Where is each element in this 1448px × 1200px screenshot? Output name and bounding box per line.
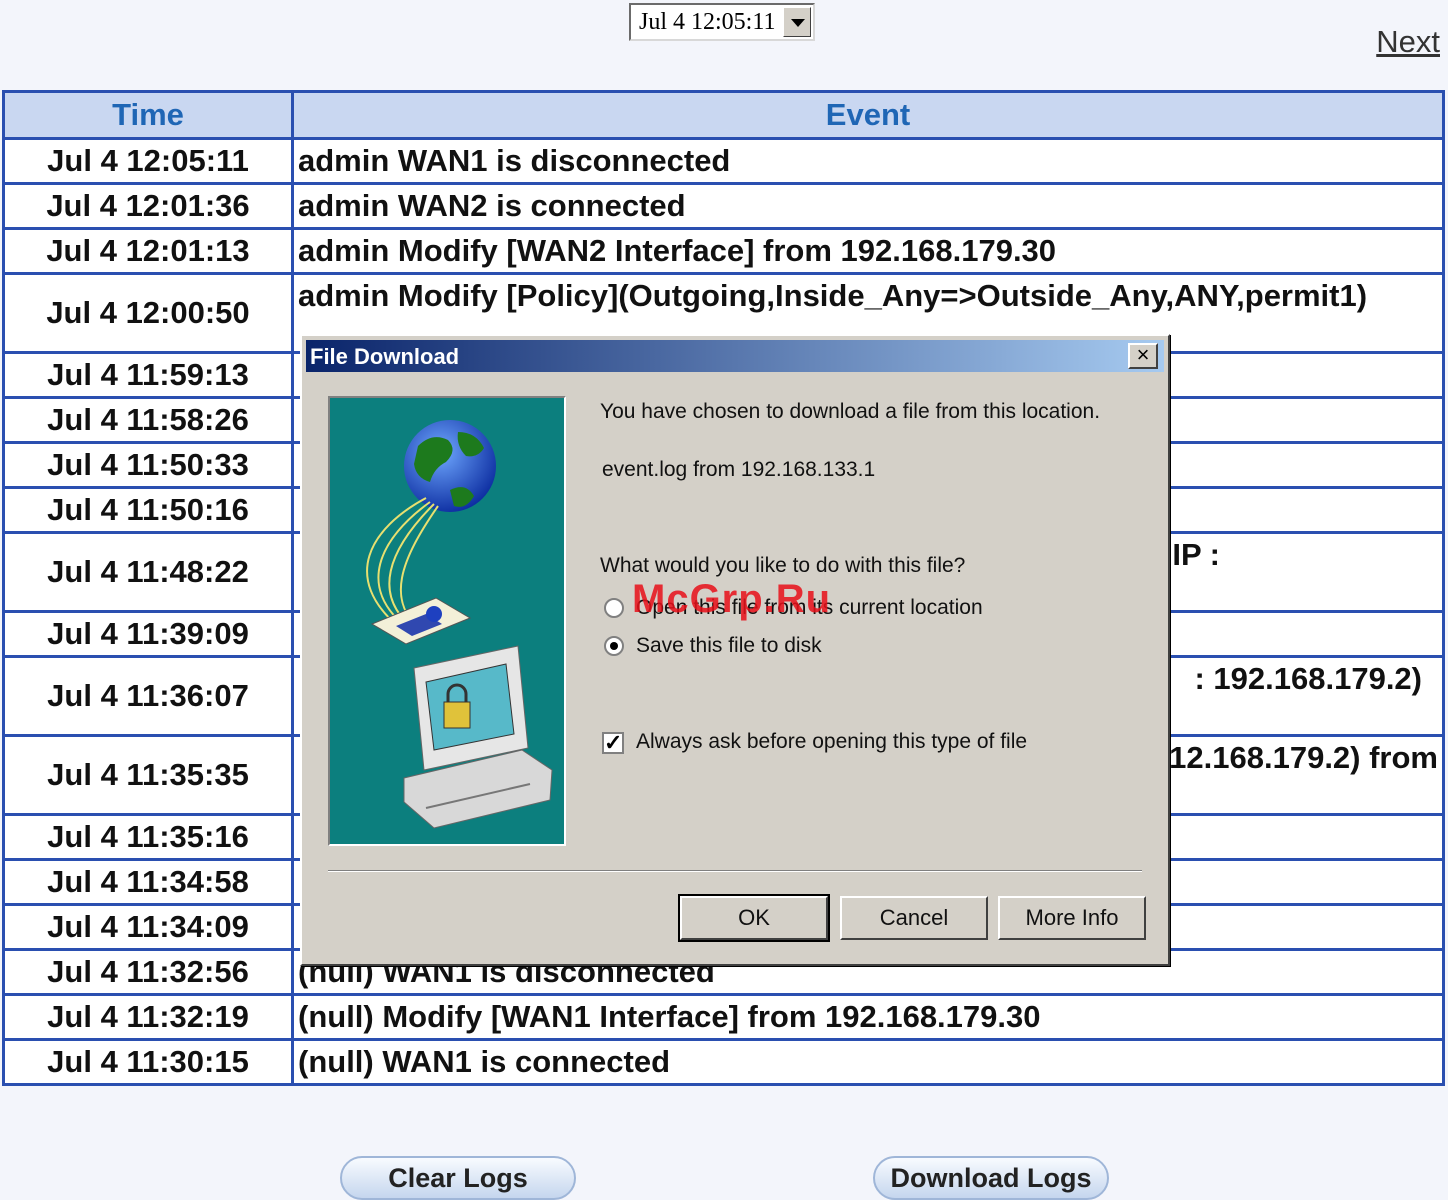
clear-logs-button[interactable]: Clear Logs [340, 1156, 576, 1200]
close-icon[interactable]: × [1128, 343, 1158, 369]
time-cell: Jul 4 11:59:13 [2, 351, 294, 399]
watermark: McGrp.Ru [632, 577, 832, 621]
event-cell: admin Modify [WAN2 Interface] from 192.1… [291, 227, 1445, 275]
table-row: Jul 4 12:01:13 admin Modify [WAN2 Interfa… [2, 227, 1445, 275]
save-file-option-label[interactable]: Save this file to disk [636, 634, 822, 658]
file-download-dialog: File Download × You have chosen to downl… [300, 334, 1170, 966]
table-row: Jul 4 11:32:19 (null) Modify [WAN1 Interf… [2, 993, 1445, 1041]
more-info-button[interactable]: More Info [998, 896, 1146, 940]
dialog-separator [328, 870, 1142, 872]
table-header-row: Time Event [2, 90, 1445, 140]
time-cell: Jul 4 12:00:50 [2, 272, 294, 354]
next-link[interactable]: Next [1376, 24, 1440, 60]
download-logs-button[interactable]: Download Logs [873, 1156, 1109, 1200]
time-cell: Jul 4 11:34:58 [2, 858, 294, 906]
chevron-down-icon[interactable] [783, 7, 811, 37]
event-cell: (null) Modify [WAN1 Interface] from 192.… [291, 993, 1445, 1041]
time-cell: Jul 4 12:01:13 [2, 227, 294, 275]
globe-computer-icon [366, 420, 553, 829]
time-cell: Jul 4 11:50:33 [2, 441, 294, 489]
time-cell: Jul 4 11:39:09 [2, 610, 294, 658]
time-column-header: Time [2, 90, 294, 140]
download-illustration [328, 396, 566, 846]
time-cell: Jul 4 11:48:22 [2, 531, 294, 613]
file-source-text: event.log from 192.168.133.1 [602, 458, 876, 481]
event-cell: (null) WAN1 is connected [291, 1038, 1445, 1086]
always-ask-checkbox[interactable]: ✓ [602, 732, 624, 754]
time-cell: Jul 4 11:35:16 [2, 813, 294, 861]
event-column-header: Event [291, 90, 1445, 140]
date-select[interactable]: Jul 4 12:05:11 [629, 3, 815, 41]
dialog-intro-text: You have chosen to download a file from … [600, 400, 1101, 423]
ok-button[interactable]: OK [678, 894, 830, 942]
save-file-radio[interactable] [604, 636, 624, 656]
event-cell: admin WAN2 is connected [291, 182, 1445, 230]
event-cell: admin WAN1 is disconnected [291, 137, 1445, 185]
time-cell: Jul 4 11:36:07 [2, 655, 294, 737]
time-cell: Jul 4 12:01:36 [2, 182, 294, 230]
time-cell: Jul 4 11:34:09 [2, 903, 294, 951]
date-select-value: Jul 4 12:05:11 [639, 9, 776, 35]
table-row: Jul 4 12:01:36 admin WAN2 is connected [2, 182, 1445, 230]
dialog-title: File Download [310, 344, 460, 369]
time-cell: Jul 4 11:35:35 [2, 734, 294, 816]
table-row: Jul 4 12:05:11 admin WAN1 is disconnected [2, 137, 1445, 185]
always-ask-label[interactable]: Always ask before opening this type of f… [636, 730, 1027, 754]
time-cell: Jul 4 11:32:56 [2, 948, 294, 996]
time-cell: Jul 4 11:32:19 [2, 993, 294, 1041]
time-cell: Jul 4 11:30:15 [2, 1038, 294, 1086]
open-file-radio[interactable] [604, 598, 624, 618]
time-cell: Jul 4 11:58:26 [2, 396, 294, 444]
dialog-question-text: What would you like to do with this file… [600, 554, 966, 577]
cancel-button[interactable]: Cancel [840, 896, 988, 940]
table-row: Jul 4 11:30:15 (null) WAN1 is connected [2, 1038, 1445, 1086]
time-cell: Jul 4 11:50:16 [2, 486, 294, 534]
time-cell: Jul 4 12:05:11 [2, 137, 294, 185]
dialog-titlebar[interactable]: File Download × [306, 340, 1164, 372]
